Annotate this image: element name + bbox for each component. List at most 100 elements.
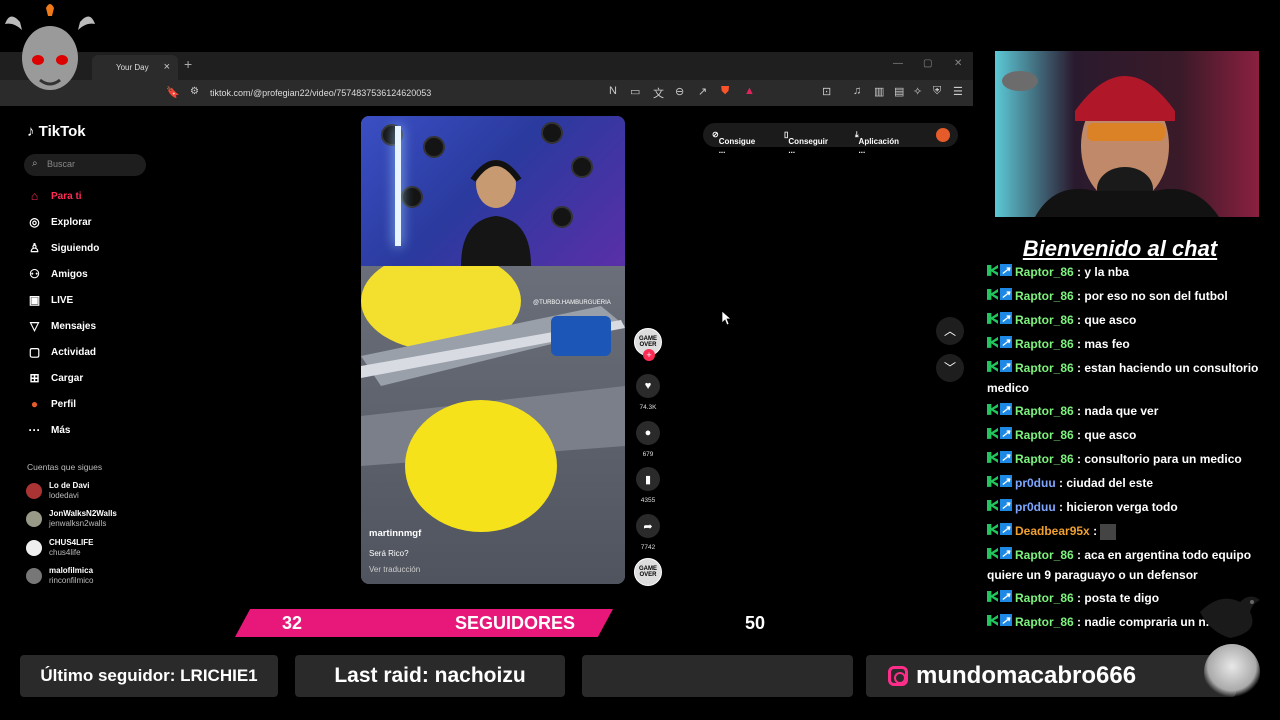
chevron-down-icon: ﹀ — [943, 361, 956, 375]
video-caption: Será Rico? — [369, 549, 409, 558]
previous-video-button[interactable]: ︿ — [936, 317, 964, 345]
cast-icon[interactable]: ▭ — [630, 85, 640, 98]
translate-link[interactable]: Ver traducción — [369, 565, 420, 574]
next-video-button[interactable]: ﹀ — [936, 354, 964, 382]
chat-message: Raptor_86 : que asco — [987, 424, 1269, 445]
inbox-icon: ▽ — [29, 319, 40, 333]
screenshot-icon[interactable]: ⊡ — [822, 85, 831, 98]
chat-message: pr0duu : hicieron verga todo — [987, 496, 1269, 517]
close-window-icon[interactable]: ✕ — [954, 58, 962, 69]
chat-message: Raptor_86 : nada que ver — [987, 400, 1269, 421]
nav-item-cargar[interactable]: ⊞ Cargar — [27, 371, 83, 385]
heart-icon: ♥ — [644, 380, 652, 392]
badge-icons — [987, 285, 1015, 306]
image-emote — [1100, 523, 1117, 540]
translate-icon[interactable]: 文 — [653, 85, 664, 101]
sound-avatar[interactable]: GAME OVER — [634, 558, 662, 586]
chat-message: pr0duu : ciudad del este — [987, 472, 1269, 493]
vinyl-record-decoration — [423, 136, 445, 158]
share-arrow-icon: ➦ — [643, 520, 653, 533]
avatar[interactable] — [936, 128, 950, 142]
led-light-decoration — [395, 126, 401, 246]
empty-panel — [582, 655, 853, 697]
avatar — [26, 539, 42, 556]
zoom-icon[interactable]: ⊖ — [675, 85, 684, 98]
nav-item-explorar[interactable]: ◎ Explorar — [27, 215, 91, 229]
nav-item-actividad[interactable]: ▢ Actividad — [27, 345, 96, 359]
address-bar: 🔖 ⚙ tiktok.com/@profegian22/video/757483… — [0, 80, 973, 106]
activity-icon: ▢ — [28, 345, 41, 359]
promo-coins[interactable]: ⊘ Consigue ... — [712, 130, 755, 155]
site-settings-icon[interactable]: ⚙ — [190, 86, 199, 97]
shield-icon[interactable]: ⛊ — [721, 85, 729, 98]
like-count: 74.3K — [639, 404, 657, 411]
share-button[interactable]: ➦ — [636, 514, 660, 538]
chat-message: Raptor_86 : aca en argentina todo equipo… — [987, 544, 1269, 585]
tiktok-logo[interactable]: ♪ TikTok — [27, 123, 86, 140]
badge-icons — [987, 472, 1015, 493]
vpn-icon[interactable]: ⛨ — [933, 85, 941, 98]
last-follower-panel: Último seguidor: LRICHIE1 — [20, 655, 278, 697]
promo-get-app[interactable]: ▯ Conseguir ... — [784, 130, 828, 155]
followed-account[interactable]: CHUS4LIFE chus4life — [26, 538, 93, 557]
followed-account[interactable]: JonWalksN2Walls jenwalksn2walls — [26, 509, 117, 528]
vinyl-record-decoration — [401, 186, 423, 208]
leo-icon[interactable]: ✧ — [913, 85, 922, 98]
like-button[interactable]: ♥ — [636, 374, 660, 398]
nav-item-live[interactable]: ▣ LIVE — [27, 293, 73, 307]
instagram-icon — [888, 666, 908, 686]
video-username[interactable]: martinnmgf — [369, 528, 421, 539]
reader-icon[interactable]: N — [609, 85, 617, 97]
comment-count: 679 — [642, 451, 654, 458]
menu-icon[interactable]: ☰ — [953, 85, 963, 98]
close-tab-icon[interactable]: × — [164, 61, 170, 73]
url-field[interactable]: tiktok.com/@profegian22/video/7574837536… — [210, 88, 431, 98]
nav-item-perfil[interactable]: ● Perfil — [27, 397, 76, 411]
compass-icon: ◎ — [29, 215, 40, 229]
promo-desktop-app[interactable]: ⤓ Aplicación ... — [855, 130, 899, 155]
save-count: 4355 — [640, 497, 656, 504]
follow-plus-icon[interactable]: + — [643, 349, 655, 361]
vinyl-record-decoration — [571, 156, 593, 178]
new-tab-icon[interactable]: + — [184, 56, 192, 72]
streamer-camera-frame — [361, 116, 625, 266]
nav-item-amigos[interactable]: ⚇ Amigos — [27, 267, 88, 281]
avatar — [26, 567, 42, 584]
nav-item-mas[interactable]: ··· Más — [27, 423, 71, 437]
search-input[interactable]: ⌕ Buscar — [24, 154, 146, 176]
browser-tab[interactable]: Your Day × — [92, 55, 178, 80]
following-heading: Cuentas que sigues — [27, 462, 103, 472]
followed-account[interactable]: malofilmica rinconfilmico — [26, 566, 93, 585]
share-icon[interactable]: ↗ — [698, 85, 707, 98]
minimize-icon[interactable]: — — [893, 58, 903, 69]
maximize-icon[interactable]: ▢ — [923, 58, 932, 69]
wallet-icon[interactable]: ▤ — [894, 85, 904, 98]
vinyl-record-decoration — [541, 122, 563, 144]
crow-decoration — [1200, 596, 1260, 638]
chat-message: Raptor_86 : por eso no son del futbol — [987, 285, 1269, 306]
profile-icon: ● — [30, 397, 39, 411]
badge-icons — [987, 333, 1015, 354]
followers-label: SEGUIDORES — [455, 613, 576, 633]
home-icon: ⌂ — [30, 189, 39, 203]
instagram-panel: mundomacabro666 — [866, 655, 1236, 697]
nav-item-siguiendo[interactable]: ♙ Siguiendo — [27, 241, 99, 255]
sidebar-icon[interactable]: ▥ — [874, 85, 884, 98]
comment-button[interactable]: ● — [636, 421, 660, 445]
followed-account[interactable]: Lo de Davi lodedavi — [26, 481, 89, 500]
search-icon: ⌕ — [32, 158, 38, 169]
media-icon[interactable]: ♫ — [853, 85, 861, 97]
share-count: 7742 — [640, 544, 656, 551]
nav-item-mensajes[interactable]: ▽ Mensajes — [27, 319, 96, 333]
nav-item-para-ti[interactable]: ⌂ Para ti — [27, 189, 82, 203]
skull-decoration — [1204, 644, 1260, 700]
bookmark-icon: ▮ — [644, 473, 652, 486]
chat-message: Deadbear95x : — [987, 520, 1269, 541]
video-player[interactable]: @TURBO.HAMBURGUERIA martinnmgf Será Rico… — [361, 116, 625, 584]
bookmark-icon[interactable]: 🔖 — [166, 86, 180, 99]
save-button[interactable]: ▮ — [636, 467, 660, 491]
badge-icons — [987, 496, 1015, 517]
chevron-up-icon: ︿ — [943, 324, 956, 338]
rewards-icon[interactable]: ▲ — [744, 85, 755, 97]
badge-icons — [987, 448, 1015, 469]
